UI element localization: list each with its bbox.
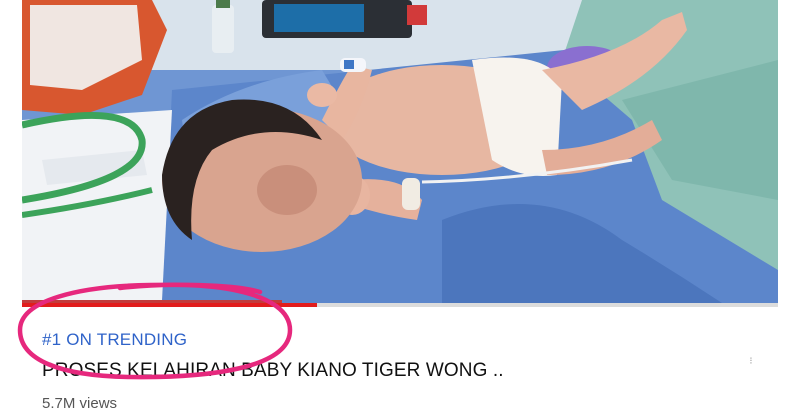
video-title[interactable]: PROSES KELAHIRAN BABY KIANO TIGER WONG .…: [42, 360, 742, 382]
youtube-video-card: #1 ON TRENDING PROSES KELAHIRAN BABY KIA…: [0, 0, 800, 420]
newborn-baby-image: [22, 0, 778, 303]
video-progress-bar[interactable]: [22, 303, 778, 307]
trending-badge[interactable]: #1 ON TRENDING: [42, 330, 187, 350]
view-count: 5.7M views: [42, 395, 118, 412]
video-progress-fill: [22, 303, 317, 307]
video-thumbnail[interactable]: [22, 0, 778, 303]
more-vert-icon[interactable]: ⁝: [746, 357, 756, 367]
